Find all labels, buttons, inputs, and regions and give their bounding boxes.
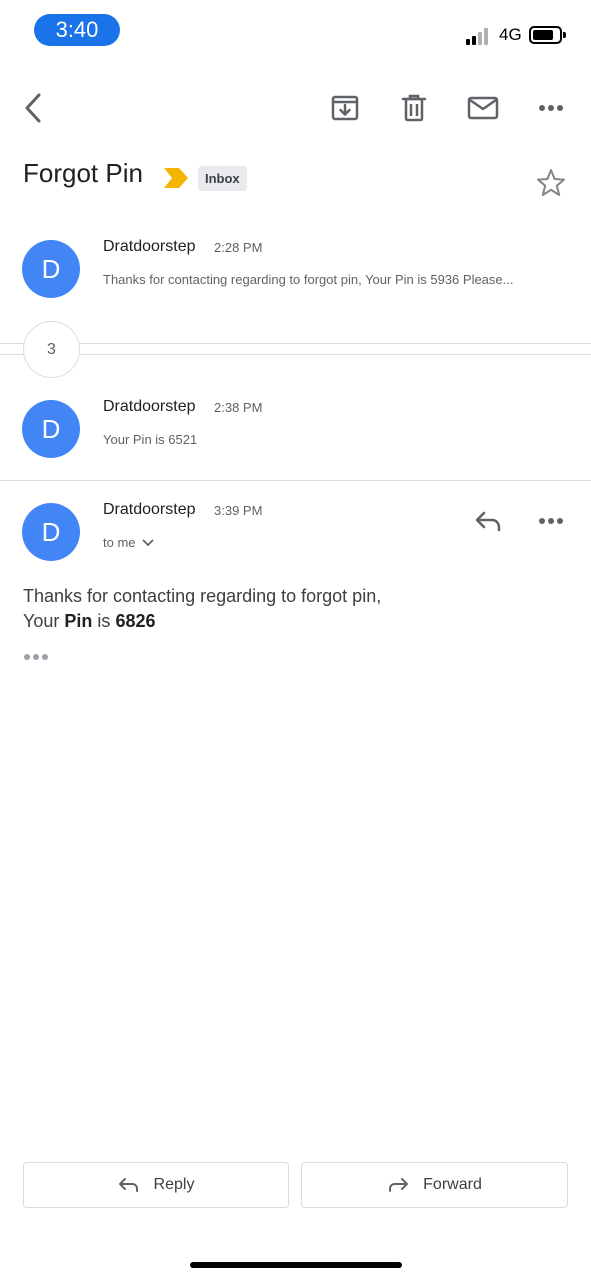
more-options-button[interactable] — [534, 96, 568, 120]
avatar: D — [22, 400, 80, 458]
battery-icon — [529, 26, 566, 44]
body-line-1: Thanks for contacting regarding to forgo… — [23, 586, 382, 606]
collapsed-divider-bottom — [0, 354, 591, 355]
body-pin-word: Pin — [64, 611, 93, 631]
collapsed-messages-count[interactable]: 3 — [23, 321, 80, 378]
forward-icon — [389, 1178, 409, 1192]
reply-label: Reply — [153, 1176, 195, 1193]
archive-button[interactable] — [327, 90, 363, 126]
message-time: 3:39 PM — [214, 503, 263, 518]
importance-marker-icon[interactable] — [163, 167, 189, 189]
pin-code: 6826 — [115, 611, 156, 631]
reply-icon — [475, 511, 501, 532]
sender-name: Dratdoorstep — [103, 398, 196, 415]
mark-unread-button[interactable] — [464, 90, 502, 126]
home-indicator[interactable] — [190, 1262, 402, 1268]
trash-icon — [401, 94, 427, 122]
message-time: 2:28 PM — [214, 240, 263, 255]
message-snippet: Your Pin is 6521 — [103, 432, 198, 447]
reply-button[interactable]: Reply — [23, 1162, 289, 1208]
body-your: Your — [23, 611, 60, 631]
message-time: 2:38 PM — [214, 400, 263, 415]
back-button[interactable] — [18, 90, 48, 126]
recipient-label: to me — [103, 535, 136, 550]
status-time: 3:40 — [34, 14, 120, 46]
body-line-2: Your Pin is 6826 — [23, 609, 381, 634]
email-subject: Forgot Pin — [23, 158, 143, 188]
inbox-label-chip[interactable]: Inbox — [198, 166, 247, 191]
star-icon[interactable] — [536, 168, 566, 198]
message-divider — [0, 480, 591, 481]
avatar: D — [22, 240, 80, 298]
mail-icon — [467, 96, 499, 120]
reply-icon — [118, 1178, 138, 1192]
more-horizontal-icon — [539, 105, 563, 111]
reply-icon-button[interactable] — [470, 505, 506, 537]
message-snippet: Thanks for contacting regarding to forgo… — [103, 272, 514, 287]
message-body: Thanks for contacting regarding to forgo… — [23, 584, 381, 634]
collapsed-divider-top — [0, 343, 591, 344]
chevron-left-icon — [25, 93, 41, 123]
network-type: 4G — [499, 25, 522, 44]
body-is: is — [97, 611, 111, 631]
more-horizontal-icon — [539, 518, 563, 524]
archive-icon — [331, 95, 359, 121]
forward-label: Forward — [423, 1176, 482, 1193]
recipient-details-toggle[interactable]: to me — [103, 535, 154, 550]
delete-button[interactable] — [396, 90, 432, 126]
message-more-button[interactable] — [534, 509, 568, 533]
sender-name: Dratdoorstep — [103, 238, 196, 255]
avatar: D — [22, 503, 80, 561]
signal-strength-icon — [466, 27, 492, 45]
forward-button[interactable]: Forward — [301, 1162, 568, 1208]
sender-name: Dratdoorstep — [103, 501, 196, 518]
chevron-down-icon — [142, 539, 153, 546]
show-trimmed-content-button[interactable] — [24, 654, 48, 660]
